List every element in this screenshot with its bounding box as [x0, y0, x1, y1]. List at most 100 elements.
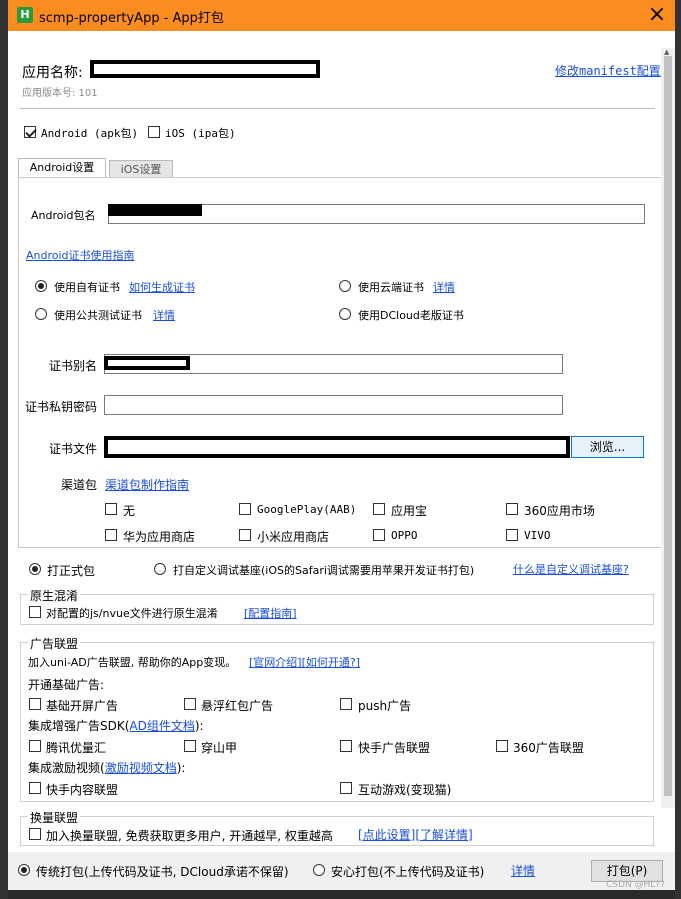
exchange-title: 换量联盟: [28, 809, 81, 826]
channel-xiaomi-label: 小米应用商店: [257, 530, 330, 544]
title-bar[interactable]: H scmp-propertyApp - App打包 ×: [8, 0, 675, 31]
cloud-cert-radio[interactable]: [339, 280, 351, 292]
cloud-cert-label: 使用云端证书: [358, 281, 424, 294]
ad-360-checkbox[interactable]: [496, 740, 508, 752]
custom-base-label: 打自定义调试基座(iOS的Safari调试需要用苹果开发证书打包): [173, 564, 475, 577]
channel-label: 渠道包: [61, 478, 98, 492]
formal-package-radio[interactable]: [29, 563, 41, 575]
ads-title: 广告联盟: [28, 635, 81, 652]
android-platform-label: Android (apk包): [41, 127, 139, 140]
channel-huawei-label: 华为应用商店: [123, 530, 196, 544]
ad-interactive-game-checkbox[interactable]: [340, 782, 352, 794]
exchange-settings-link[interactable]: [点此设置][了解详情]: [358, 826, 473, 843]
video-ads-title-suffix: ):: [176, 761, 186, 775]
app-name-label: 应用名称:: [22, 65, 83, 81]
ad-kuaishou-content-label: 快手内容联盟: [46, 783, 119, 797]
video-ads-title-prefix: 集成激励视频(: [28, 761, 105, 775]
channel-huawei-checkbox[interactable]: [105, 529, 117, 541]
exchange-checkbox[interactable]: [29, 828, 41, 840]
app-name-value-redacted: [90, 60, 320, 78]
ad-splash-label: 基础开屏广告: [46, 699, 119, 713]
ios-platform-checkbox[interactable]: [148, 126, 160, 138]
browse-button[interactable]: 浏览...: [571, 436, 644, 458]
channel-360-checkbox[interactable]: [506, 503, 518, 515]
close-icon[interactable]: ×: [639, 0, 675, 31]
what-is-custom-base-link[interactable]: 什么是自定义调试基座?: [513, 561, 629, 577]
channel-yingyongbao-checkbox[interactable]: [373, 503, 385, 515]
ad-360-label: 360广告联盟: [513, 741, 584, 755]
channel-guide-link[interactable]: 渠道包制作指南: [105, 476, 189, 493]
scrollbar-thumb[interactable]: [664, 56, 672, 796]
left-background-edge: [0, 0, 8, 899]
channel-oppo-checkbox[interactable]: [373, 529, 385, 541]
pack-button[interactable]: 打包(P): [591, 860, 663, 882]
obfuscation-guide-link[interactable]: [配置指南]: [244, 605, 297, 621]
channel-xiaomi-checkbox[interactable]: [239, 529, 251, 541]
obfuscation-checkbox[interactable]: [29, 606, 41, 618]
public-test-cert-label: 使用公共测试证书: [54, 309, 142, 322]
ad-push-checkbox[interactable]: [340, 698, 352, 710]
own-cert-radio[interactable]: [35, 280, 47, 292]
exchange-label: 加入换量联盟, 免费获取更多用户, 开通越早, 权重越高: [46, 829, 333, 843]
channel-googleplay-label: GooglePlay(AAB): [257, 503, 357, 516]
ad-pangle-label: 穿山甲: [201, 741, 238, 755]
pack-dialog: H scmp-propertyApp - App打包 × 应用名称: 应用版本号…: [8, 0, 675, 890]
ad-kuaishou-checkbox[interactable]: [340, 740, 352, 752]
tab-android-settings[interactable]: Android设置: [18, 158, 106, 178]
cert-alias-redacted: [104, 356, 190, 370]
how-to-generate-cert-link[interactable]: 如何生成证书: [129, 279, 195, 295]
ad-push-label: push广告: [358, 699, 412, 713]
formal-package-label: 打正式包: [47, 564, 96, 578]
ads-intro-link[interactable]: [官网介绍][如何开通?]: [249, 654, 360, 670]
hbuilder-app-icon: H: [17, 7, 33, 23]
traditional-pack-radio[interactable]: [18, 864, 30, 876]
tab-ios-settings[interactable]: iOS设置: [109, 160, 173, 178]
public-test-cert-radio[interactable]: [35, 308, 47, 320]
ad-floating-redpacket-checkbox[interactable]: [184, 698, 196, 710]
channel-vivo-checkbox[interactable]: [506, 529, 518, 541]
ad-pangle-checkbox[interactable]: [184, 740, 196, 752]
ad-component-docs-link[interactable]: AD组件文档: [129, 719, 194, 733]
content-scrollbar[interactable]: ▲: [661, 48, 675, 808]
ad-floating-redpacket-label: 悬浮红包广告: [201, 699, 274, 713]
cert-password-input[interactable]: [104, 395, 563, 415]
obfuscation-label: 对配置的js/nvue文件进行原生混淆: [46, 607, 218, 620]
secure-pack-radio[interactable]: [313, 864, 325, 876]
public-cert-details-link[interactable]: 详情: [153, 307, 175, 323]
reward-video-docs-link[interactable]: 激励视频文档: [105, 761, 177, 775]
android-package-label: Android包名: [31, 209, 96, 222]
ad-splash-checkbox[interactable]: [29, 698, 41, 710]
custom-base-radio[interactable]: [154, 563, 166, 575]
basic-ads-title: 开通基础广告:: [28, 678, 105, 692]
channel-yingyongbao-label: 应用宝: [391, 504, 428, 518]
own-cert-label: 使用自有证书: [54, 281, 120, 294]
secure-pack-label: 安心打包(不上传代码及证书): [331, 865, 485, 879]
ios-platform-label: iOS (ipa包): [165, 127, 236, 140]
package-value-redacted: [108, 204, 202, 216]
right-background-edge: [675, 0, 681, 899]
sdk-ads-title-prefix: 集成增强广告SDK(: [28, 719, 130, 733]
ads-intro: 加入uni-AD广告联盟, 帮助你的App变现。: [28, 656, 237, 669]
header-divider: [20, 108, 655, 109]
traditional-pack-label: 传统打包(上传代码及证书, DCloud承诺不保留): [36, 865, 289, 879]
dcloud-old-cert-radio[interactable]: [339, 308, 351, 320]
channel-googleplay-checkbox[interactable]: [239, 503, 251, 515]
app-version-label: 应用版本号: 101: [22, 88, 98, 99]
android-platform-checkbox[interactable]: [24, 126, 36, 138]
scroll-up-arrow-icon[interactable]: ▲: [664, 48, 669, 56]
cert-password-label: 证书私钥密码: [25, 400, 98, 414]
android-cert-guide-link[interactable]: Android证书使用指南: [26, 247, 135, 263]
ad-tencent-checkbox[interactable]: [29, 740, 41, 752]
channel-none-checkbox[interactable]: [105, 503, 117, 515]
obfuscation-title: 原生混淆: [28, 587, 81, 604]
sdk-ads-title: 集成增强广告SDK(AD组件文档):: [28, 717, 204, 734]
dcloud-old-cert-label: 使用DCloud老版证书: [358, 309, 464, 322]
edit-manifest-link[interactable]: 修改manifest配置: [555, 62, 661, 79]
video-ads-title: 集成激励视频(激励视频文档):: [28, 759, 185, 776]
secure-pack-details-link[interactable]: 详情: [511, 862, 535, 879]
cert-alias-label: 证书别名: [49, 359, 98, 373]
cloud-cert-details-link[interactable]: 详情: [433, 279, 455, 295]
channel-oppo-label: OPPO: [391, 529, 418, 542]
cert-file-input-redacted[interactable]: [104, 436, 570, 458]
ad-kuaishou-content-checkbox[interactable]: [29, 782, 41, 794]
